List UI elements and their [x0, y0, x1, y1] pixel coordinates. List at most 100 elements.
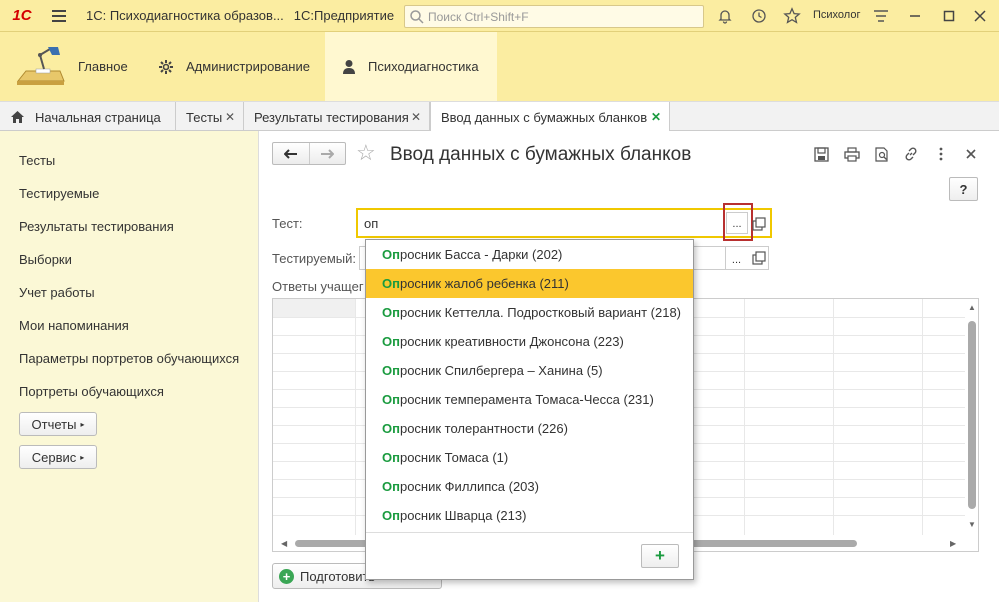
table-vertical-scrollbar[interactable]: ▲ ▼ — [965, 299, 978, 535]
section-main[interactable]: Главное — [14, 32, 128, 101]
tab-test-results-label: Результаты тестирования — [254, 109, 409, 125]
forward-arrow-icon[interactable] — [308, 143, 346, 164]
person-icon — [342, 59, 356, 75]
section-panel: Главное Администрирование Психодиагности… — [0, 32, 999, 101]
history-icon[interactable] — [749, 6, 769, 26]
dropdown-item[interactable]: Оп росник толерантности (226) — [366, 414, 693, 443]
section-administration[interactable]: Администрирование — [158, 32, 310, 101]
reports-arrow-icon: ▸ — [80, 419, 85, 429]
tab-home-label: Начальная страница — [35, 109, 161, 125]
link-icon[interactable] — [901, 144, 921, 164]
tab-tests[interactable]: Тесты ✕ — [176, 102, 244, 132]
help-button[interactable]: ? — [949, 177, 978, 201]
vertical-scroll-thumb[interactable] — [968, 321, 976, 509]
dropdown-item[interactable]: Оп росник Филлипса (203) — [366, 472, 693, 501]
test-field-label: Тест: — [272, 216, 303, 231]
service-button-label: Сервис — [31, 449, 77, 465]
dropdown-item-selected[interactable]: Оп росник жалоб ребенка (211) — [366, 269, 693, 298]
tab-paper-forms-input-label: Ввод данных с бумажных бланков — [441, 110, 648, 125]
bell-icon[interactable] — [715, 6, 735, 26]
print-icon[interactable] — [842, 144, 862, 164]
home-icon — [11, 111, 24, 123]
gear-icon — [158, 59, 174, 75]
settings-menu-icon[interactable] — [871, 6, 891, 26]
service-button[interactable]: Сервис ▸ — [19, 445, 97, 469]
maximize-icon[interactable] — [939, 6, 959, 26]
section-psychodiagnostics[interactable]: Психодиагностика — [325, 32, 497, 101]
nav-item-tests[interactable]: Тесты — [19, 153, 55, 168]
section-psychodiagnostics-label: Психодиагностика — [368, 59, 479, 74]
dropdown-item[interactable]: Оп росник Кеттелла. Подростковый вариант … — [366, 298, 693, 327]
close-window-icon[interactable] — [970, 6, 990, 26]
reports-button[interactable]: Отчеты ▸ — [19, 412, 97, 436]
window-title: 1С: Психодиагностика образов... — [86, 8, 284, 23]
open-tabs-bar: Начальная страница Тесты ✕ Результаты те… — [0, 101, 999, 133]
tab-tests-close-icon[interactable]: ✕ — [225, 110, 235, 124]
search-icon — [410, 9, 424, 24]
nav-item-test-results[interactable]: Результаты тестирования — [19, 219, 174, 234]
answers-label: Ответы учащег — [272, 279, 364, 294]
table-col-line — [922, 299, 923, 535]
scroll-up-icon[interactable]: ▲ — [968, 303, 976, 312]
platform-name: 1С:Предприятие — [293, 8, 395, 23]
favorites-star-icon[interactable] — [782, 6, 802, 26]
open-test-icon[interactable] — [752, 217, 766, 231]
table-header-cell — [273, 299, 355, 317]
table-col-line — [833, 299, 834, 535]
test-input[interactable]: оп ... — [356, 208, 772, 238]
dropdown-item[interactable]: Оп росник креативности Джонсона (223) — [366, 327, 693, 356]
more-actions-icon[interactable] — [931, 144, 951, 164]
dropdown-item[interactable]: Оп росник Шварца (213) — [366, 501, 693, 530]
scroll-right-icon[interactable]: ▶ — [950, 539, 956, 548]
create-new-test-button[interactable]: + — [641, 544, 679, 568]
dropdown-item[interactable]: Оп росник темперамента Томаса-Чесса (231) — [366, 385, 693, 414]
tab-paper-forms-input-close-icon[interactable]: ✕ — [651, 110, 661, 124]
add-circle-icon: + — [279, 568, 294, 584]
open-subject-icon[interactable] — [752, 251, 766, 265]
nav-item-samples[interactable]: Выборки — [19, 252, 72, 267]
nav-item-work-log[interactable]: Учет работы — [19, 285, 95, 300]
choose-button-highlight — [723, 203, 753, 241]
save-icon[interactable] — [811, 144, 831, 164]
reports-button-label: Отчеты — [31, 416, 77, 432]
dropdown-separator — [366, 532, 693, 533]
tab-tests-label: Тесты — [186, 109, 223, 125]
desk-lamp-icon — [14, 45, 66, 89]
dropdown-item[interactable]: Оп росник Спилбергера – Ханина (5) — [366, 356, 693, 385]
section-main-label: Главное — [78, 59, 128, 74]
main-menu-icon[interactable] — [44, 0, 74, 32]
tab-test-results-close-icon[interactable]: ✕ — [411, 110, 421, 124]
user-name[interactable]: Психолог — [813, 9, 860, 21]
tab-paper-forms-input[interactable]: Ввод данных с бумажных бланков ✕ — [430, 102, 670, 133]
app-logo[interactable]: 1С — [0, 0, 44, 32]
preview-icon[interactable] — [871, 144, 891, 164]
table-col-line — [355, 299, 356, 535]
prepare-button-label: Подготовить — [300, 568, 376, 584]
navigation-panel: Тесты Тестируемые Результаты тестировани… — [0, 131, 259, 602]
add-to-favorites-star-icon[interactable]: ☆ — [356, 141, 376, 165]
scroll-down-icon[interactable]: ▼ — [968, 520, 976, 529]
close-form-icon[interactable] — [961, 144, 981, 164]
section-administration-label: Администрирование — [186, 59, 310, 74]
tab-home[interactable]: Начальная страница — [0, 102, 176, 132]
tab-test-results[interactable]: Результаты тестирования ✕ — [244, 102, 430, 132]
test-autocomplete-dropdown: Оп росник Басса - Дарки (202) Оп росник жа… — [365, 239, 694, 580]
dropdown-item[interactable]: Оп росник Басса - Дарки (202) — [366, 240, 693, 269]
minimize-icon[interactable] — [905, 6, 925, 26]
dropdown-item[interactable]: Оп росник Томаса (1) — [366, 443, 693, 472]
nav-item-portrait-params[interactable]: Параметры портретов обучающихся — [19, 351, 239, 366]
scroll-left-icon[interactable]: ◀ — [281, 539, 287, 548]
nav-item-reminders[interactable]: Мои напоминания — [19, 318, 129, 333]
back-arrow-icon[interactable] — [273, 143, 309, 164]
test-input-value: оп — [364, 216, 379, 231]
subject-field-label: Тестируемый: — [272, 251, 356, 266]
nav-item-subjects[interactable]: Тестируемые — [19, 186, 99, 201]
service-arrow-icon: ▸ — [80, 452, 85, 462]
global-search-input[interactable]: Поиск Ctrl+Shift+F — [404, 5, 704, 28]
subject-choose-button[interactable]: ... — [725, 247, 747, 269]
form-title: Ввод данных с бумажных бланков — [390, 144, 692, 165]
history-nav-buttons — [272, 142, 346, 165]
table-col-line — [744, 299, 745, 535]
search-placeholder: Поиск Ctrl+Shift+F — [428, 9, 529, 24]
nav-item-portraits[interactable]: Портреты обучающихся — [19, 384, 164, 399]
